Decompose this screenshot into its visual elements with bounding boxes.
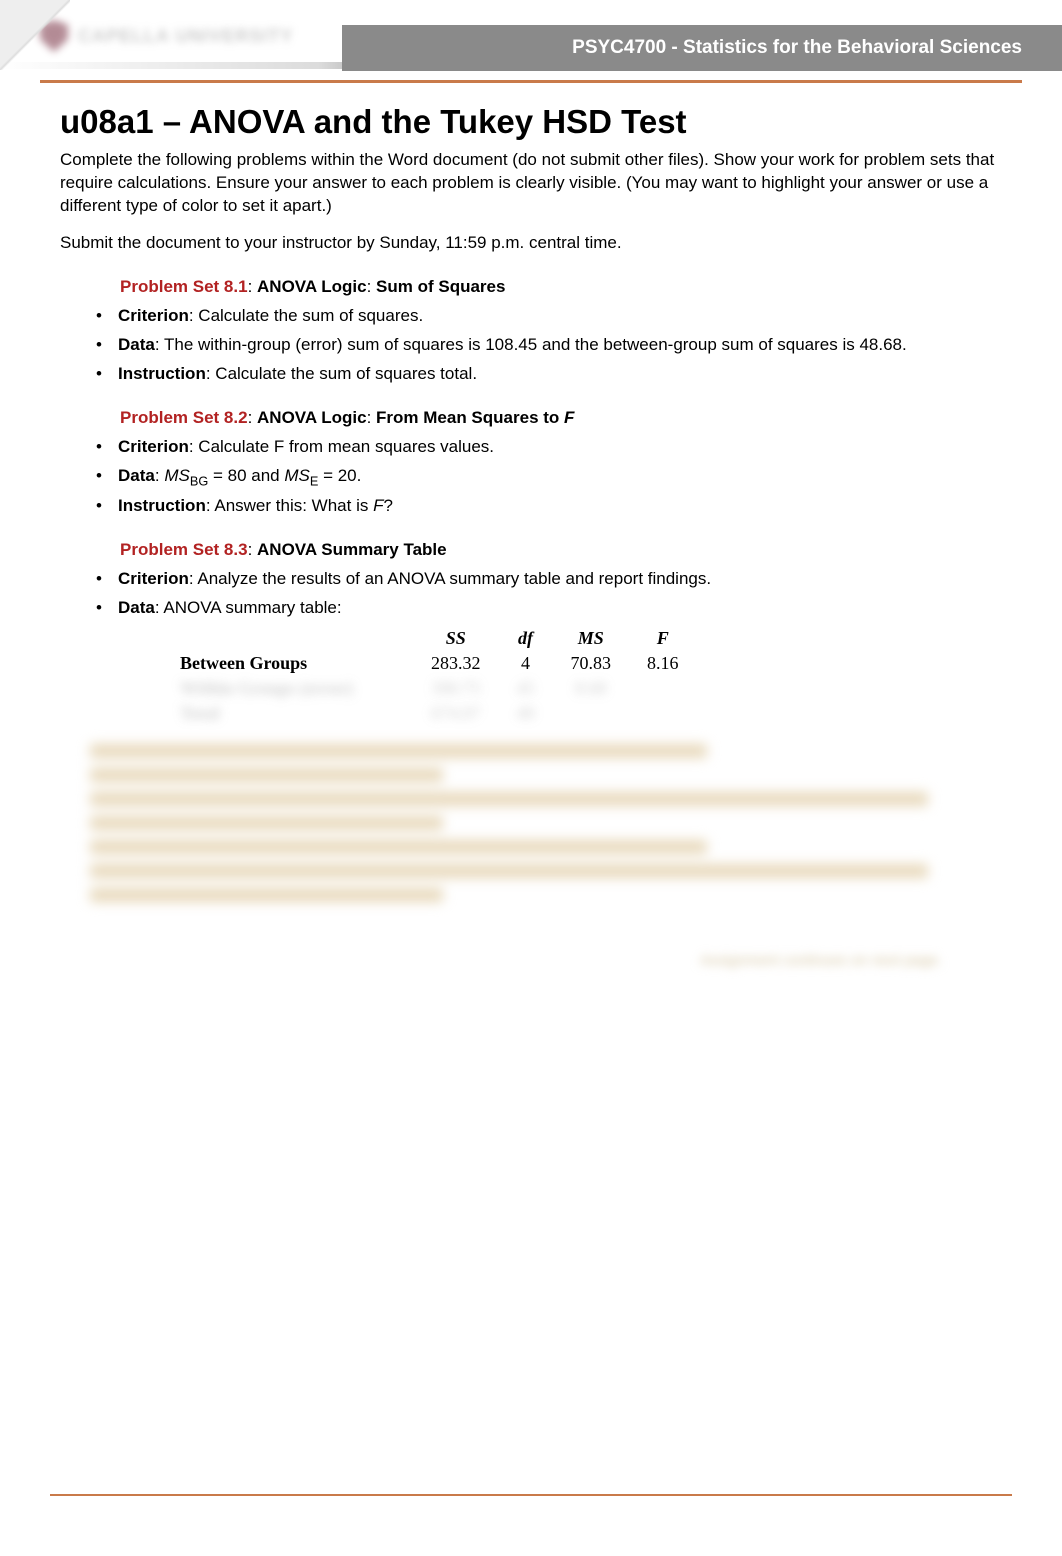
data-item: Data: ANOVA summary table: <box>90 597 1002 620</box>
criterion-item: Criterion: Calculate F from mean squares… <box>90 436 1002 459</box>
header-bar: CAPELLA UNIVERSITY PSYC4700 - Statistics… <box>0 0 1062 62</box>
data-item: Data: The within-group (error) sum of sq… <box>90 334 1002 357</box>
criterion-item: Criterion: Analyze the results of an ANO… <box>90 568 1002 591</box>
col-source <box>180 626 413 651</box>
blurred-content <box>90 744 972 902</box>
criterion-item: Criterion: Calculate the sum of squares. <box>90 305 1002 328</box>
problem-8-1-list: Criterion: Calculate the sum of squares.… <box>60 305 1002 386</box>
problem-label: Problem Set 8.2 <box>120 408 248 427</box>
blurred-line <box>90 864 928 878</box>
blurred-line <box>90 816 443 830</box>
data-item: Data: MSBG = 80 and MSE = 20. <box>90 465 1002 490</box>
problem-subtitle: ANOVA Summary Table <box>257 540 447 559</box>
problem-subtitle: Sum of Squares <box>376 277 505 296</box>
problem-subtitle-pre: From Mean Squares to <box>376 408 564 427</box>
blurred-line <box>90 792 928 806</box>
problem-topic: ANOVA Logic <box>257 408 367 427</box>
instruction-item: Instruction: Answer this: What is F? <box>90 495 1002 518</box>
problem-label: Problem Set 8.3 <box>120 540 248 559</box>
course-title: PSYC4700 - Statistics for the Behavioral… <box>342 25 1062 71</box>
table-row-blurred: Total 674.07 49 <box>180 701 697 726</box>
col-ms: MS <box>553 626 630 651</box>
intro-paragraph-1: Complete the following problems within t… <box>60 149 1002 218</box>
problem-heading-8-3: Problem Set 8.3: ANOVA Summary Table <box>120 540 1002 560</box>
problem-subtitle-ital: F <box>564 408 574 427</box>
problem-heading-8-1: Problem Set 8.1: ANOVA Logic: Sum of Squ… <box>120 277 1002 297</box>
document-page: CAPELLA UNIVERSITY PSYC4700 - Statistics… <box>0 0 1062 1556</box>
table-row: Between Groups 283.32 4 70.83 8.16 <box>180 651 697 676</box>
footer-note: Assignment continues on next page. <box>60 952 942 969</box>
col-df: df <box>499 626 553 651</box>
col-ss: SS <box>413 626 499 651</box>
col-f: F <box>629 626 697 651</box>
blurred-line <box>90 768 443 782</box>
blurred-line <box>90 888 443 902</box>
logo-text: CAPELLA UNIVERSITY <box>78 26 293 47</box>
blurred-line <box>90 840 707 854</box>
content: u08a1 – ANOVA and the Tukey HSD Test Com… <box>0 103 1062 1009</box>
table-row-blurred: Within Groups (error) 390.75 45 8.68 <box>180 676 697 701</box>
header: CAPELLA UNIVERSITY PSYC4700 - Statistics… <box>0 0 1062 80</box>
page-corner-fold <box>0 0 70 70</box>
footer-underline <box>50 1494 1012 1496</box>
page-title: u08a1 – ANOVA and the Tukey HSD Test <box>60 103 1002 141</box>
problem-8-3-list: Criterion: Analyze the results of an ANO… <box>60 568 1002 620</box>
blurred-line <box>90 744 707 758</box>
anova-summary-table: SS df MS F Between Groups 283.32 4 70.83… <box>180 626 697 726</box>
logo: CAPELLA UNIVERSITY <box>40 20 293 52</box>
header-underline <box>40 80 1022 83</box>
instruction-item: Instruction: Calculate the sum of square… <box>90 363 1002 386</box>
problem-topic: ANOVA Logic <box>257 277 367 296</box>
table-header-row: SS df MS F <box>180 626 697 651</box>
intro-paragraph-2: Submit the document to your instructor b… <box>60 232 1002 255</box>
problem-label: Problem Set 8.1 <box>120 277 248 296</box>
problem-heading-8-2: Problem Set 8.2: ANOVA Logic: From Mean … <box>120 408 1002 428</box>
problem-8-2-list: Criterion: Calculate F from mean squares… <box>60 436 1002 518</box>
